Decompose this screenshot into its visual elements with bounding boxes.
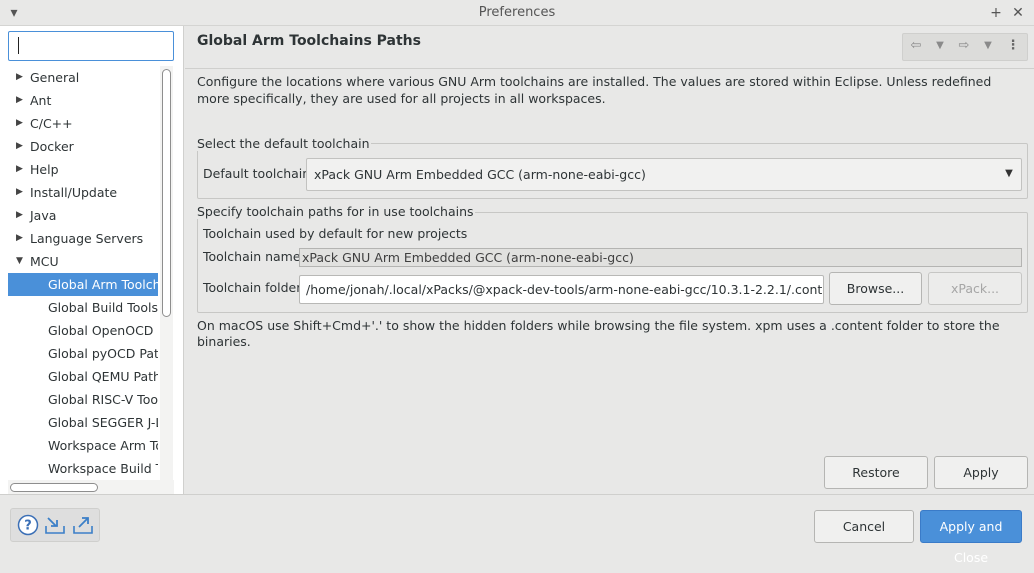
tree-item-label: General bbox=[30, 70, 80, 85]
default-toolchain-value: xPack GNU Arm Embedded GCC (arm-none-eab… bbox=[314, 167, 646, 182]
tree-item[interactable]: ▶ Docker bbox=[8, 135, 158, 158]
tree-item-label: Language Servers bbox=[30, 231, 144, 246]
tree-child-label: Global RISC-V Toolchains Paths bbox=[48, 392, 158, 407]
xpack-button[interactable]: xPack... bbox=[928, 272, 1022, 305]
tree-item[interactable]: ▶ Language Servers bbox=[8, 227, 158, 250]
default-toolchain-legend: Select the default toolchain bbox=[196, 136, 371, 151]
apply-button[interactable]: Apply bbox=[934, 456, 1028, 489]
import-icon[interactable] bbox=[44, 514, 66, 536]
tree-child-label: Global QEMU Paths bbox=[48, 369, 158, 384]
collapsed-arrow-icon[interactable]: ▶ bbox=[16, 204, 26, 227]
apply-and-close-button[interactable]: Apply and Close bbox=[920, 510, 1022, 565]
svg-text:?: ? bbox=[24, 519, 32, 534]
back-arrow-icon[interactable]: ⇦ bbox=[906, 36, 926, 56]
tree-item[interactable]: ▶ Java bbox=[8, 204, 158, 227]
collapsed-arrow-icon[interactable]: ▶ bbox=[16, 181, 26, 204]
tree-item-label: MCU bbox=[30, 254, 59, 269]
tree-item-label: Java bbox=[30, 208, 57, 223]
toolchain-name-label: Toolchain name: bbox=[203, 249, 305, 264]
tree-item[interactable]: ▼ MCU bbox=[8, 250, 158, 273]
expanded-arrow-icon[interactable]: ▼ bbox=[16, 250, 26, 273]
close-icon[interactable]: ✕ bbox=[1008, 3, 1028, 23]
tree-child-label: Global OpenOCD Path bbox=[48, 323, 158, 338]
tree-item-label: Docker bbox=[30, 139, 74, 154]
collapsed-arrow-icon[interactable]: ▶ bbox=[16, 112, 26, 135]
collapsed-arrow-icon[interactable]: ▶ bbox=[16, 89, 26, 112]
toolchain-folder-input[interactable]: /home/jonah/.local/xPacks/@xpack-dev-too… bbox=[299, 275, 824, 304]
tree-child-item[interactable]: Global SEGGER J-Link Path bbox=[8, 411, 158, 434]
cancel-button[interactable]: Cancel bbox=[814, 510, 914, 543]
toolchain-info-text: Toolchain used by default for new projec… bbox=[203, 226, 468, 241]
toolchain-paths-legend: Specify toolchain paths for in use toolc… bbox=[196, 204, 475, 219]
tree-child-label: Global SEGGER J-Link Path bbox=[48, 415, 158, 430]
collapsed-arrow-icon[interactable]: ▶ bbox=[16, 227, 26, 250]
default-toolchain-label: Default toolchain: bbox=[203, 166, 315, 181]
forward-arrow-icon[interactable]: ⇨ bbox=[954, 36, 974, 56]
restore-defaults-button[interactable]: Restore Defaults bbox=[824, 456, 928, 511]
help-icon[interactable]: ? bbox=[17, 514, 39, 536]
toolchain-name-field: xPack GNU Arm Embedded GCC (arm-none-eab… bbox=[299, 248, 1022, 267]
toolchain-folder-label: Toolchain folder: bbox=[203, 280, 306, 295]
page-description: Configure the locations where various GN… bbox=[197, 74, 992, 106]
tree-item-label: Ant bbox=[30, 93, 52, 108]
default-toolchain-select[interactable]: xPack GNU Arm Embedded GCC (arm-none-eab… bbox=[306, 158, 1022, 191]
collapsed-arrow-icon[interactable]: ▶ bbox=[16, 158, 26, 181]
tree-child-label: Workspace Arm Toolchains Paths bbox=[48, 438, 158, 453]
tree-child-item[interactable]: Global pyOCD Path bbox=[8, 342, 158, 365]
window-title: Preferences bbox=[478, 5, 556, 20]
back-menu-chevron-icon[interactable]: ▼ bbox=[930, 36, 950, 56]
dropdown-arrow-icon[interactable]: ▼ bbox=[1002, 164, 1016, 184]
tree-child-item[interactable]: Global Build Tools Path bbox=[8, 296, 158, 319]
tree-child-label: Global Build Tools Path bbox=[48, 300, 158, 315]
tree-child-item[interactable]: Global OpenOCD Path bbox=[8, 319, 158, 342]
tree-child-item[interactable]: Global RISC-V Toolchains Paths bbox=[8, 388, 158, 411]
macos-note: On macOS use Shift+Cmd+'.' to show the h… bbox=[197, 318, 1000, 349]
export-icon[interactable] bbox=[72, 514, 94, 536]
tree-child-item[interactable]: Workspace Build Tools Path bbox=[8, 457, 158, 480]
tree-horizontal-scroll-thumb[interactable] bbox=[10, 483, 98, 492]
collapsed-arrow-icon[interactable]: ▶ bbox=[16, 135, 26, 158]
text-caret bbox=[18, 37, 19, 54]
tree-child-item[interactable]: Global QEMU Paths bbox=[8, 365, 158, 388]
tree-child-label: Global Arm Toolchains Paths bbox=[48, 277, 158, 292]
tree-item-label: Help bbox=[30, 162, 59, 177]
title-divider bbox=[185, 68, 1034, 69]
tree-item[interactable]: ▶ Help bbox=[8, 158, 158, 181]
tree-item-label: C/C++ bbox=[30, 116, 73, 131]
browse-button[interactable]: Browse... bbox=[829, 272, 922, 305]
tree-vertical-scroll-thumb[interactable] bbox=[162, 69, 171, 317]
chevron-down-icon[interactable]: ▾ bbox=[4, 3, 24, 23]
page-title: Global Arm Toolchains Paths bbox=[197, 33, 421, 49]
tree-child-item[interactable]: Workspace Arm Toolchains Paths bbox=[8, 434, 158, 457]
tree-item-label: Install/Update bbox=[30, 185, 118, 200]
maximize-icon[interactable]: + bbox=[986, 3, 1006, 23]
tree-item[interactable]: ▶ General bbox=[8, 66, 158, 89]
tree-item[interactable]: ▶ Ant bbox=[8, 89, 158, 112]
tree-child-item[interactable]: Global Arm Toolchains Paths bbox=[8, 273, 158, 296]
filter-input[interactable] bbox=[8, 31, 174, 61]
collapsed-arrow-icon[interactable]: ▶ bbox=[16, 66, 26, 89]
tree-child-label: Workspace Build Tools Path bbox=[48, 461, 158, 476]
forward-menu-chevron-icon[interactable]: ▼ bbox=[978, 36, 998, 56]
view-menu-icon[interactable]: ⋮ bbox=[1003, 36, 1023, 56]
tree-item[interactable]: ▶ C/C++ bbox=[8, 112, 158, 135]
tree-item[interactable]: ▶ Install/Update bbox=[8, 181, 158, 204]
tree-child-label: Global pyOCD Path bbox=[48, 346, 158, 361]
